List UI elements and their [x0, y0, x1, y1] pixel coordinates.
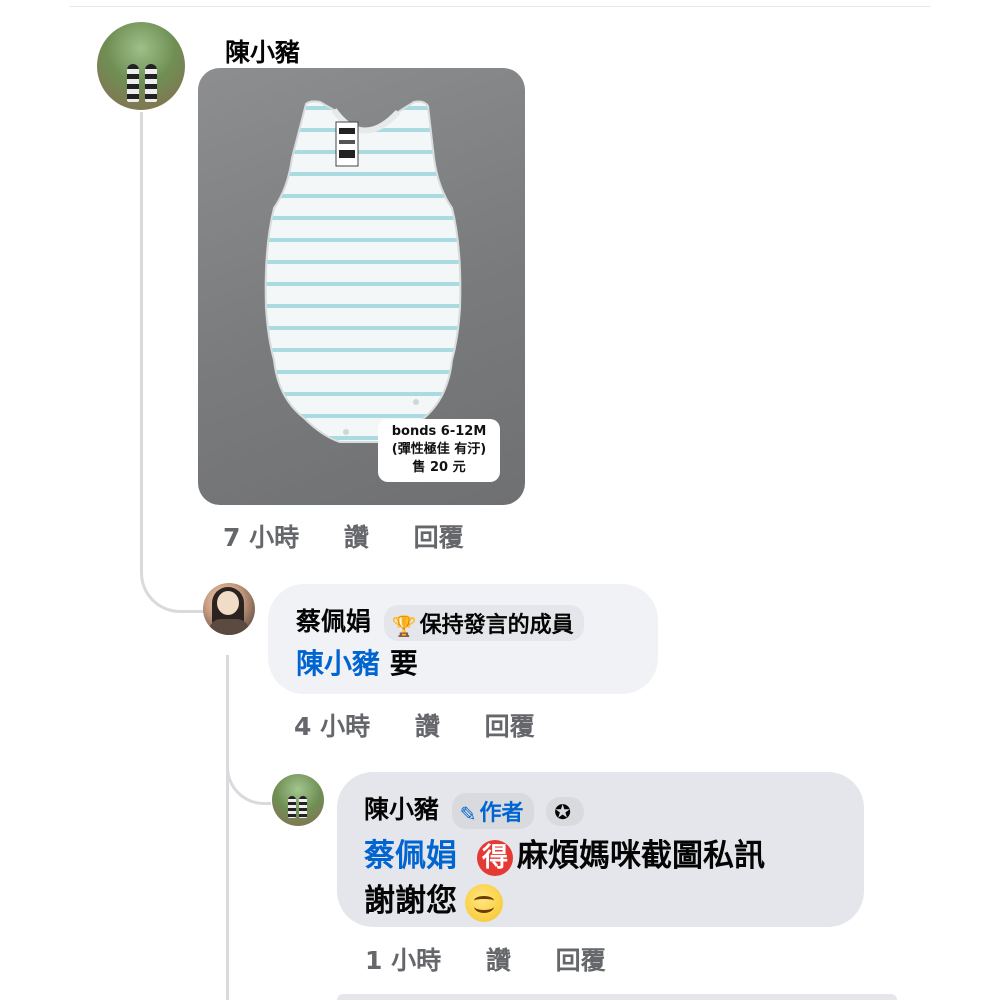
smiling-face-icon — [465, 883, 503, 922]
de-emoji-icon: 得 — [477, 839, 513, 876]
like-button[interactable]: 讚 — [415, 712, 440, 741]
price-tag: bonds 6-12M (彈性極佳 有汙) 售 20 元 — [378, 419, 500, 482]
comment-photo[interactable]: bonds 6-12M (彈性極佳 有汙) 售 20 元 — [198, 68, 525, 505]
avatar[interactable] — [97, 22, 185, 110]
mention-link[interactable]: 陳小豬 — [296, 647, 380, 680]
award-badge[interactable]: ✪ — [546, 796, 584, 826]
thread-connector-reply — [226, 655, 230, 1000]
reply-message: 謝謝您 — [364, 883, 457, 919]
avatar-figure — [145, 64, 157, 102]
reply-message: 要 — [389, 647, 418, 680]
member-badge-label: 保持發言的成員 — [419, 613, 574, 638]
author-badge-label: 作者 — [479, 801, 524, 826]
like-button[interactable]: 讚 — [344, 523, 369, 552]
reply-timestamp[interactable]: 1 小時 — [365, 946, 441, 975]
next-comment-edge — [337, 994, 897, 1000]
mention-link[interactable]: 蔡佩娟 — [364, 838, 457, 874]
reply-author-name[interactable]: 蔡佩娟 — [296, 607, 371, 636]
avatar[interactable] — [203, 583, 255, 635]
reply-timestamp[interactable]: 4 小時 — [294, 712, 370, 741]
reply-message: 麻煩媽咪截圖私訊 — [517, 838, 765, 874]
reply-bubble: 陳小豬 ✎ 作者 ✪ 蔡佩娟得麻煩媽咪截圖私訊 謝謝您 — [337, 772, 864, 927]
top-divider — [70, 6, 930, 7]
award-badge-icon: ✪ — [554, 799, 571, 824]
reply-button[interactable]: 回覆 — [485, 712, 535, 741]
thread-connector-main — [140, 112, 205, 613]
price-tag-line: bonds 6-12M — [391, 424, 487, 439]
comment-author-name[interactable]: 陳小豬 — [225, 33, 300, 69]
avatar[interactable] — [272, 774, 324, 826]
thread-connector-nested — [226, 740, 271, 805]
author-badge[interactable]: ✎ 作者 — [451, 793, 534, 829]
comment-actions: 7 小時 讚 回覆 — [223, 518, 500, 554]
reply-button[interactable]: 回覆 — [556, 946, 606, 975]
reply-bubble: 蔡佩娟 🏆 保持發言的成員 陳小豬 要 — [268, 584, 658, 694]
reply-button[interactable]: 回覆 — [414, 523, 464, 552]
reply-author-name[interactable]: 陳小豬 — [364, 795, 439, 824]
price-tag-line: 售 20 元 — [412, 460, 466, 475]
comment-timestamp[interactable]: 7 小時 — [223, 523, 299, 552]
pencil-icon: ✎ — [459, 802, 477, 826]
reply-text: 陳小豬 要 — [296, 642, 418, 682]
like-button[interactable]: 讚 — [486, 946, 511, 975]
reply-actions: 4 小時 讚 回覆 — [294, 707, 571, 743]
price-tag-line: (彈性極佳 有汙) — [391, 442, 487, 457]
trophy-icon: 🏆 — [391, 614, 417, 638]
reply-actions: 1 小時 讚 回覆 — [365, 941, 642, 977]
reply-author-row: 蔡佩娟 🏆 保持發言的成員 — [296, 602, 584, 641]
member-badge[interactable]: 🏆 保持發言的成員 — [383, 605, 584, 641]
reply-text-line: 蔡佩娟得麻煩媽咪截圖私訊 — [364, 830, 765, 876]
reply-author-row: 陳小豬 ✎ 作者 ✪ — [364, 790, 584, 829]
reply-text-line: 謝謝您 — [364, 875, 503, 922]
avatar-figure — [127, 64, 139, 102]
